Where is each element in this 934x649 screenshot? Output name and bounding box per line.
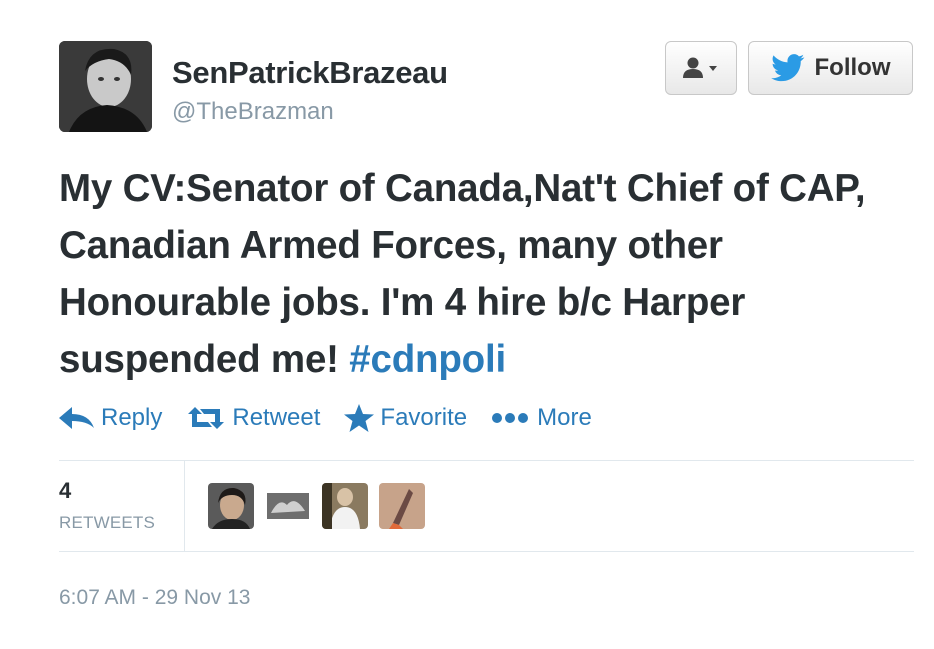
more-button[interactable]: More xyxy=(491,404,592,432)
retweeter-photo xyxy=(265,483,311,529)
star-icon xyxy=(344,404,375,432)
retweeter-photo xyxy=(379,483,425,529)
tweet-actions: Reply Retweet Favorite More xyxy=(59,404,616,432)
more-label: More xyxy=(537,404,592,431)
retweeter-avatar[interactable] xyxy=(265,483,311,529)
favorite-label: Favorite xyxy=(380,404,468,431)
user-screen-name[interactable]: @TheBrazman xyxy=(172,98,334,126)
stats-divider xyxy=(184,461,185,551)
follow-button-label: Follow xyxy=(814,54,891,81)
hashtag-link[interactable]: #cdnpoli xyxy=(349,338,506,381)
retweeter-photo xyxy=(208,483,254,529)
reply-icon xyxy=(59,407,94,429)
divider xyxy=(59,460,914,461)
retweeter-avatar[interactable] xyxy=(322,483,368,529)
retweet-button[interactable]: Retweet xyxy=(186,404,320,432)
reply-button[interactable]: Reply xyxy=(59,404,162,432)
reply-label: Reply xyxy=(101,404,163,431)
more-dots-icon xyxy=(492,413,529,423)
retweet-label: Retweet xyxy=(232,404,321,431)
profile-photo xyxy=(59,41,152,132)
user-actions-button[interactable] xyxy=(665,41,737,95)
user-full-name[interactable]: SenPatrickBrazeau xyxy=(172,55,448,91)
tweet-text: My CV:Senator of Canada,Nat't Chief of C… xyxy=(59,160,909,388)
twitter-bird-icon xyxy=(770,54,804,82)
tweet-timestamp[interactable]: 6:07 AM - 29 Nov 13 xyxy=(59,586,250,610)
retweeter-photo xyxy=(322,483,368,529)
favorite-button[interactable]: Favorite xyxy=(344,404,467,432)
retweet-icon xyxy=(188,407,225,429)
follow-button[interactable]: Follow xyxy=(748,41,913,95)
retweeter-avatar[interactable] xyxy=(379,483,425,529)
retweeter-avatar[interactable] xyxy=(208,483,254,529)
user-dropdown-icon xyxy=(683,57,717,78)
avatar[interactable] xyxy=(59,41,152,132)
retweet-count-label[interactable]: RETWEETS xyxy=(59,513,155,533)
divider xyxy=(59,551,914,552)
retweet-count[interactable]: 4 xyxy=(59,478,71,504)
